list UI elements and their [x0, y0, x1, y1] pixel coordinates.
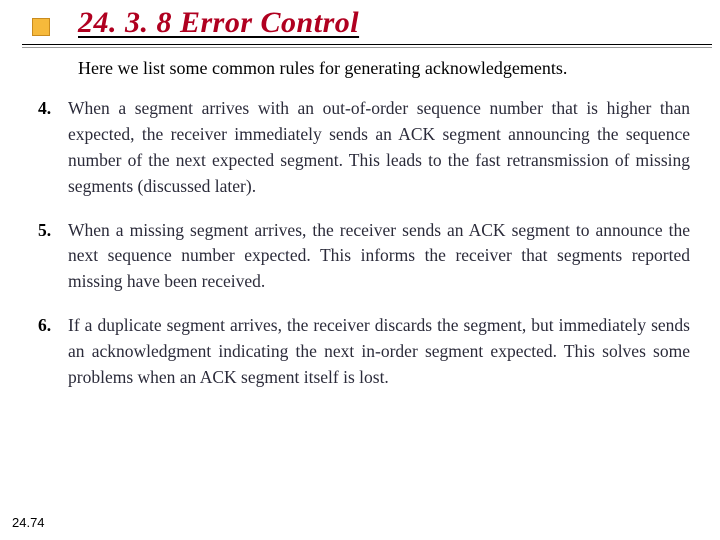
slide: 24. 3. 8 Error Control Here we list some…	[0, 0, 720, 540]
list-item: 4. When a segment arrives with an out-of…	[38, 96, 690, 200]
item-number: 4.	[38, 96, 68, 200]
header-rule	[22, 44, 712, 45]
item-number: 6.	[38, 313, 68, 391]
item-number: 5.	[38, 218, 68, 296]
intro-text: Here we list some common rules for gener…	[78, 58, 567, 79]
title-wrap: 24. 3. 8 Error Control	[78, 6, 359, 40]
header-bullet-icon	[32, 18, 50, 36]
rules-list: 4. When a segment arrives with an out-of…	[38, 96, 690, 409]
list-item: 5. When a missing segment arrives, the r…	[38, 218, 690, 296]
item-body: When a missing segment arrives, the rece…	[68, 218, 690, 296]
item-body: When a segment arrives with an out-of-or…	[68, 96, 690, 200]
page-number: 24.74	[12, 515, 45, 530]
header-rule-shadow	[22, 47, 712, 48]
slide-header: 24. 3. 8 Error Control	[0, 0, 720, 60]
slide-title: 24. 3. 8 Error Control	[78, 6, 359, 39]
list-item: 6. If a duplicate segment arrives, the r…	[38, 313, 690, 391]
item-body: If a duplicate segment arrives, the rece…	[68, 313, 690, 391]
